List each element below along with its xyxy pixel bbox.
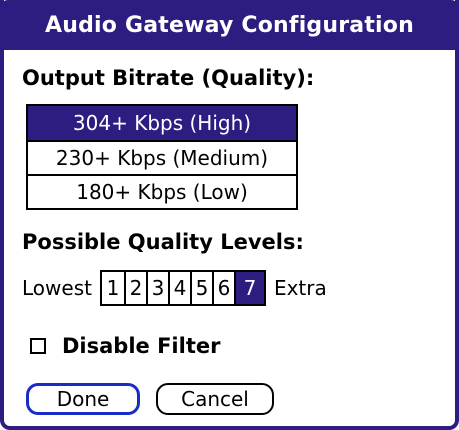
- quality-level-3[interactable]: 3: [145, 272, 168, 304]
- disable-filter-checkbox[interactable]: [30, 338, 46, 354]
- disable-filter-label[interactable]: Disable Filter: [62, 334, 220, 358]
- lowest-label: Lowest: [22, 276, 92, 300]
- done-button[interactable]: Done: [26, 383, 140, 415]
- quality-level-7[interactable]: 7: [233, 272, 264, 304]
- dialog-frame: [0, 0, 459, 430]
- bitrate-option-high[interactable]: 304+ Kbps (High): [28, 106, 296, 140]
- output-bitrate-heading: Output Bitrate (Quality):: [22, 66, 315, 90]
- disable-filter-row[interactable]: Disable Filter: [30, 334, 220, 358]
- quality-level-4[interactable]: 4: [167, 272, 190, 304]
- quality-level-2[interactable]: 2: [123, 272, 146, 304]
- quality-level-1[interactable]: 1: [102, 272, 124, 304]
- quality-level-6[interactable]: 6: [211, 272, 234, 304]
- quality-level-5[interactable]: 5: [189, 272, 212, 304]
- dialog-title: Audio Gateway Configuration: [0, 0, 459, 50]
- cancel-button[interactable]: Cancel: [156, 383, 274, 415]
- bitrate-option-low[interactable]: 180+ Kbps (Low): [28, 174, 296, 208]
- extra-label: Extra: [273, 276, 327, 300]
- quality-levels-heading: Possible Quality Levels:: [22, 230, 304, 254]
- quality-level-selector: 1 2 3 4 5 6 7: [99, 270, 266, 306]
- quality-levels-row: Lowest 1 2 3 4 5 6 7 Extra: [22, 268, 327, 308]
- bitrate-list: 304+ Kbps (High) 230+ Kbps (Medium) 180+…: [26, 104, 298, 210]
- bitrate-option-medium[interactable]: 230+ Kbps (Medium): [28, 140, 296, 174]
